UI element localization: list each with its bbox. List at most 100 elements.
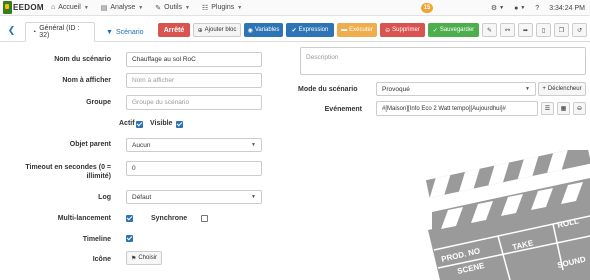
tasks-icon: ☷ [201, 4, 209, 12]
display-name-label: Nom à afficher [62, 77, 111, 84]
check-icon: ✔ [291, 27, 297, 34]
jeedom-logo[interactable]: EEDOM [3, 1, 45, 15]
synchronous-checkbox[interactable] [201, 215, 208, 222]
list-icon[interactable]: ☰ [541, 102, 554, 115]
delete-label: Supprimer [392, 27, 420, 33]
tab-scenario[interactable]: ▼ Scénario [100, 22, 150, 42]
gamepad-icon: ▬ [341, 27, 348, 33]
message-count-badge[interactable]: 15 [421, 3, 433, 13]
expression-label: Expression [298, 27, 329, 33]
active-checkbox[interactable] [136, 121, 143, 128]
visible-label: Visible [150, 120, 173, 127]
add-trigger-label: Déclencheur [547, 86, 582, 92]
chevron-down-icon: ▼ [520, 5, 526, 11]
file-icon[interactable]: ▯ [536, 23, 551, 37]
chevron-down-icon: ▼ [525, 86, 530, 92]
menu-accueil[interactable]: ⌂ Accueil ▼ [51, 4, 89, 11]
database-icon[interactable]: ▦ [557, 102, 570, 115]
choose-icon-button[interactable]: ⚑ Choisir [126, 251, 162, 265]
top-navbar: EEDOM ⌂ Accueil ▼ ▤ Analyse ▼ ✎ Outils ▼… [0, 0, 590, 16]
edit-icon[interactable]: ✎ [482, 23, 497, 37]
parent-object-select[interactable]: Aucun ▼ [126, 138, 262, 152]
tab-scenario-label: Scénario [115, 28, 144, 36]
display-name-input[interactable]: Nom à afficher [126, 73, 262, 88]
tab-general-label: Général (ID : 32) [39, 25, 80, 39]
remove-circle-icon[interactable]: ⊖ [573, 102, 586, 115]
scenario-mode-select[interactable]: Provoqué ▼ [376, 82, 536, 96]
log-value: Défaut [132, 193, 152, 201]
help-icon[interactable]: ? [535, 5, 539, 12]
save-label: Sauvegarder [439, 27, 475, 33]
main-menu: ⌂ Accueil ▼ ▤ Analyse ▼ ✎ Outils ▼ ☷ Plu… [51, 4, 254, 12]
scenario-name-input[interactable]: Chauffage au sol RoC [126, 52, 262, 67]
chevron-down-icon: ▼ [83, 4, 89, 11]
scenario-name-label: Nom du scénario [54, 56, 111, 63]
minus-circle-icon: ⊖ [385, 27, 391, 34]
variables-button[interactable]: ◉ Variables [244, 23, 283, 37]
chevron-down-icon: ▼ [499, 5, 505, 11]
menu-plugins-label: Plugins [211, 4, 235, 11]
timeout-input[interactable]: 0 [126, 161, 262, 176]
chevron-down-icon: ▼ [251, 142, 256, 148]
menu-outils-label: Outils [164, 4, 183, 11]
user-icon: ● [514, 4, 519, 12]
copy-icon[interactable]: ❐ [554, 23, 569, 37]
settings-menu[interactable]: ⚙ ▼ [491, 4, 504, 12]
multi-launch-checkbox[interactable] [126, 215, 133, 222]
timeline-label: Timeline [82, 236, 111, 243]
state-stopped-button[interactable]: Arrêté [158, 23, 190, 37]
expression-button[interactable]: ✔ Expression [286, 23, 334, 37]
gears-icon: ⚙ [490, 5, 498, 12]
history-icon[interactable]: ↺ [572, 23, 587, 37]
save-button[interactable]: ✓ Sauvegarder [428, 23, 479, 37]
event-label: Evénement [324, 106, 362, 113]
variables-label: Variables [254, 27, 280, 33]
visible-checkbox[interactable] [176, 121, 183, 128]
menu-analyse[interactable]: ▤ Analyse ▼ [101, 4, 143, 12]
menu-analyse-label: Analyse [110, 4, 136, 11]
link-icon[interactable]: ⚯ [500, 23, 515, 37]
scenario-toolbar: ❮ ◔ Général (ID : 32) ▼ Scénario Arrêté … [0, 20, 590, 42]
add-trigger-button[interactable]: + Déclencheur [538, 82, 586, 96]
chart-icon: ▤ [100, 4, 108, 12]
description-textarea[interactable]: Description [300, 47, 586, 75]
logo-text: EEDOM [13, 3, 44, 12]
add-block-label: Ajouter bloc [204, 27, 237, 33]
chevron-down-icon: ▼ [251, 194, 256, 200]
scenario-mode-value: Provoqué [382, 85, 410, 93]
check-circle-icon: ✓ [432, 27, 438, 34]
plus-circle-icon: ⊕ [197, 27, 203, 34]
group-label: Groupe [86, 99, 111, 106]
share-icon[interactable]: ➦ [518, 23, 533, 37]
group-input[interactable]: Groupe du scénario [126, 95, 262, 110]
flag-icon: ⚑ [130, 255, 137, 262]
home-icon: ⌂ [51, 4, 56, 11]
menu-outils[interactable]: ✎ Outils ▼ [155, 4, 190, 12]
tachometer-icon: ◔ [32, 28, 37, 36]
multi-launch-label: Multi-lancement [57, 215, 111, 222]
execute-button[interactable]: ▬ Exécuter [337, 23, 377, 37]
timeline-checkbox[interactable] [126, 235, 133, 242]
chevron-down-icon: ▼ [185, 4, 190, 11]
scenario-mode-label: Mode du scénario [298, 86, 358, 93]
icon-label: Icône [92, 256, 111, 263]
user-menu[interactable]: ● ▼ [514, 5, 525, 12]
wrench-icon: ✎ [155, 4, 162, 12]
choose-label: Choisir [138, 255, 158, 261]
tab-general[interactable]: ◔ Général (ID : 32) [25, 22, 95, 42]
log-select[interactable]: Défaut ▼ [126, 190, 262, 204]
eye-icon: ◉ [247, 27, 253, 34]
parent-object-label: Objet parent [69, 141, 111, 148]
menu-plugins[interactable]: ☷ Plugins ▼ [202, 4, 242, 12]
add-block-button[interactable]: ⊕ Ajouter bloc [193, 23, 241, 37]
logo-icon [3, 1, 12, 14]
back-arrow-icon[interactable]: ❮ [5, 24, 18, 37]
chevron-down-icon: ▼ [237, 4, 243, 11]
delete-button[interactable]: ⊖ Supprimer [380, 23, 425, 37]
execute-label: Exécuter [349, 27, 373, 33]
event-input[interactable]: #[Maison][Info Eco 2 Watt tempo][Aujourd… [376, 101, 538, 116]
log-label: Log [98, 194, 111, 201]
active-label: Actif [119, 120, 135, 127]
plus-icon: + [542, 86, 546, 92]
synchronous-label: Synchrone [151, 215, 188, 222]
